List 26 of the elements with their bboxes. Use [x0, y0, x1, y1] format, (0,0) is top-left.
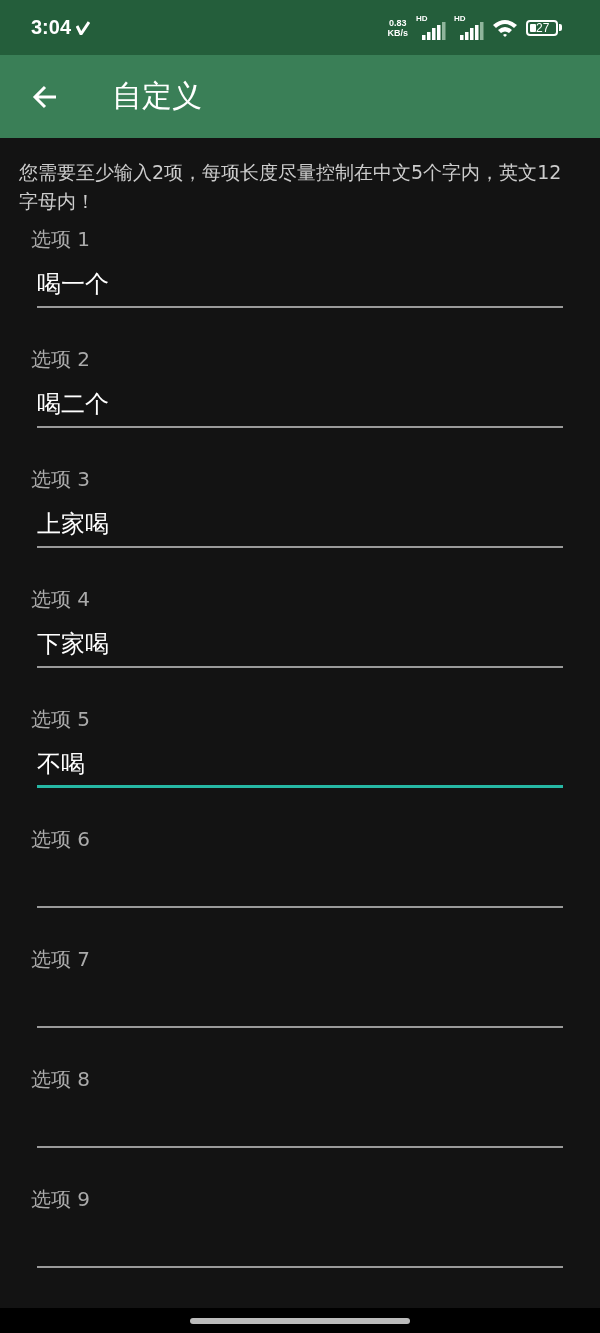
- check-icon: [76, 20, 91, 35]
- field-label: 选项 5: [31, 706, 92, 733]
- signal-icon: [422, 21, 446, 40]
- input-field[interactable]: 上家喝: [37, 504, 563, 548]
- network-speed: 0.83: [388, 17, 407, 28]
- field-label: 选项 9: [31, 1186, 92, 1213]
- network-type-label: HD: [454, 13, 466, 23]
- network-speed-unit: KB/s: [387, 27, 408, 38]
- field-label: 选项 3: [31, 466, 92, 493]
- field-label: 选项 8: [31, 1066, 92, 1093]
- field-label: 选项 1: [31, 226, 92, 253]
- clock: 3:04: [31, 16, 72, 39]
- home-indicator[interactable]: [190, 1317, 410, 1324]
- screen-title: 自定义: [112, 77, 202, 115]
- field-label: 选项 7: [31, 946, 92, 973]
- field-label: 选项 6: [31, 826, 92, 853]
- signal-icon: [460, 21, 484, 40]
- input-field[interactable]: 喝二个: [37, 384, 563, 428]
- field-label: 选项 4: [31, 586, 92, 613]
- field-label: 选项 2: [31, 346, 92, 373]
- wifi-icon: [492, 17, 518, 38]
- input-field[interactable]: 不喝: [37, 744, 563, 788]
- input-field[interactable]: 下家喝: [37, 624, 563, 668]
- network-type-label: HD: [416, 13, 428, 23]
- instruction-text: 您需要至少输入2项，每项长度尽量控制在中文5个字内，英文12字母内！: [19, 160, 563, 214]
- input-field[interactable]: 喝一个: [37, 264, 563, 308]
